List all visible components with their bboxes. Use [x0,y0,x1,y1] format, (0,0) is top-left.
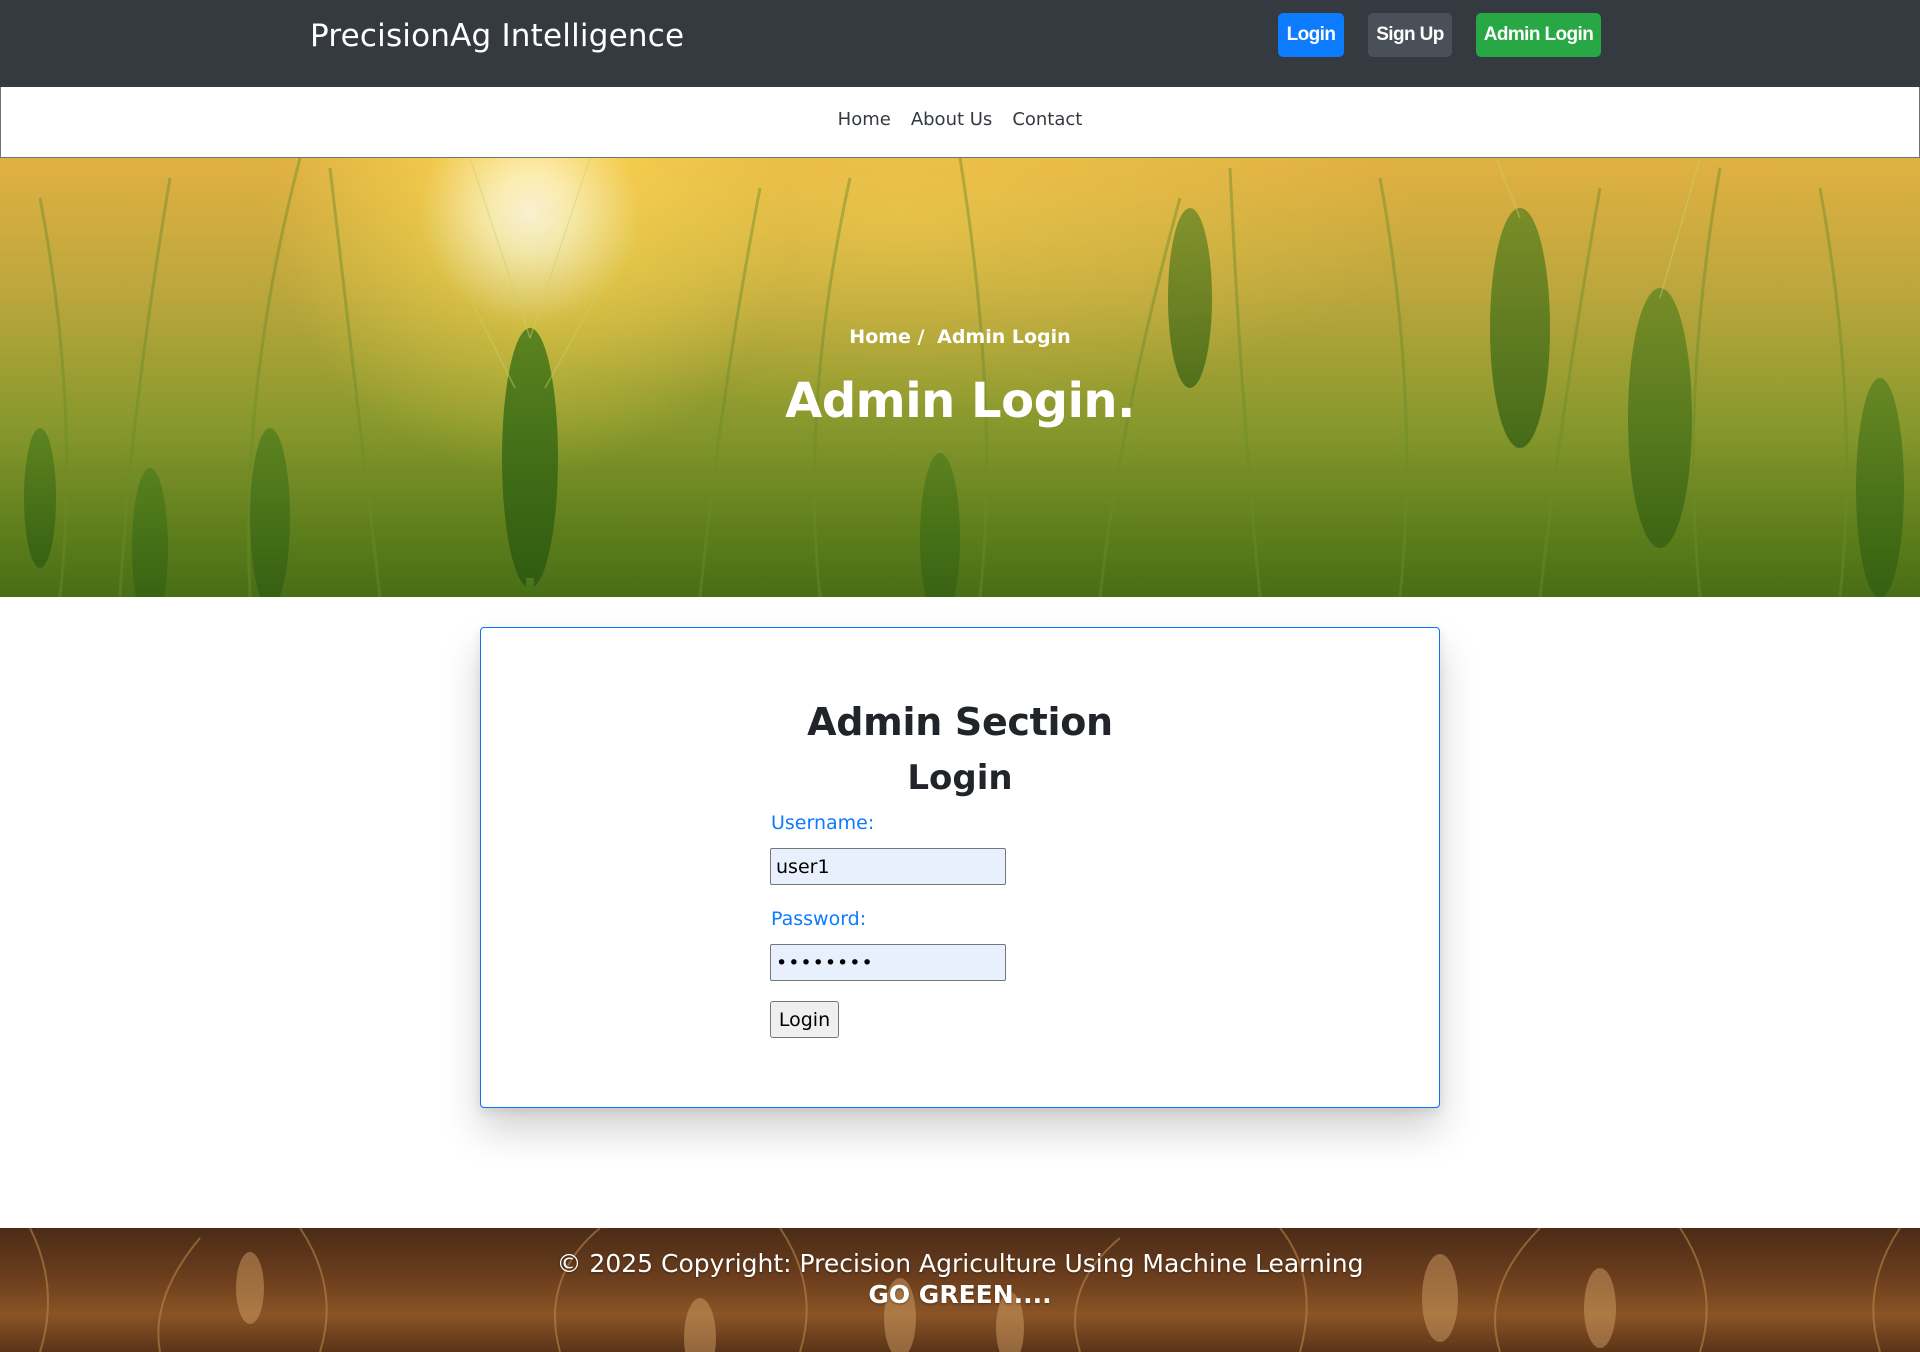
top-header: PrecisionAg Intelligence Login Sign Up A… [0,0,1920,87]
username-input[interactable] [770,848,1006,885]
footer: © 2025 Copyright: Precision Agriculture … [0,1228,1920,1352]
card-subtitle: Login [907,758,1013,798]
breadcrumb-home[interactable]: Home / [849,326,924,348]
login-button[interactable]: Login [1278,13,1344,57]
breadcrumb-current: Admin Login [937,326,1071,348]
hero-banner: Home / Admin Login Admin Login. [0,158,1920,597]
brand-title[interactable]: PrecisionAg Intelligence [310,18,684,54]
password-input[interactable] [770,944,1006,981]
nav-item-home[interactable]: Home [838,109,891,130]
page-title: Admin Login. [785,373,1135,429]
breadcrumb: Home / Admin Login [0,326,1920,348]
nav-item-contact[interactable]: Contact [1012,109,1082,130]
card-title: Admin Section [807,700,1113,744]
password-label: Password: [771,908,867,930]
admin-login-card: Admin Section Login Username: Password: … [480,627,1440,1108]
footer-copyright: © 2025 Copyright: Precision Agriculture … [556,1249,1364,1278]
main-nav: Home About Us Contact [0,87,1920,158]
nav-links: Home About Us Contact [1,109,1919,130]
signup-button[interactable]: Sign Up [1368,13,1452,57]
footer-tagline: GO GREEN.... [868,1280,1052,1309]
submit-login-button[interactable]: Login [770,1001,839,1038]
username-label: Username: [771,812,875,834]
admin-login-button[interactable]: Admin Login [1476,13,1601,57]
nav-item-about-us[interactable]: About Us [911,109,993,130]
